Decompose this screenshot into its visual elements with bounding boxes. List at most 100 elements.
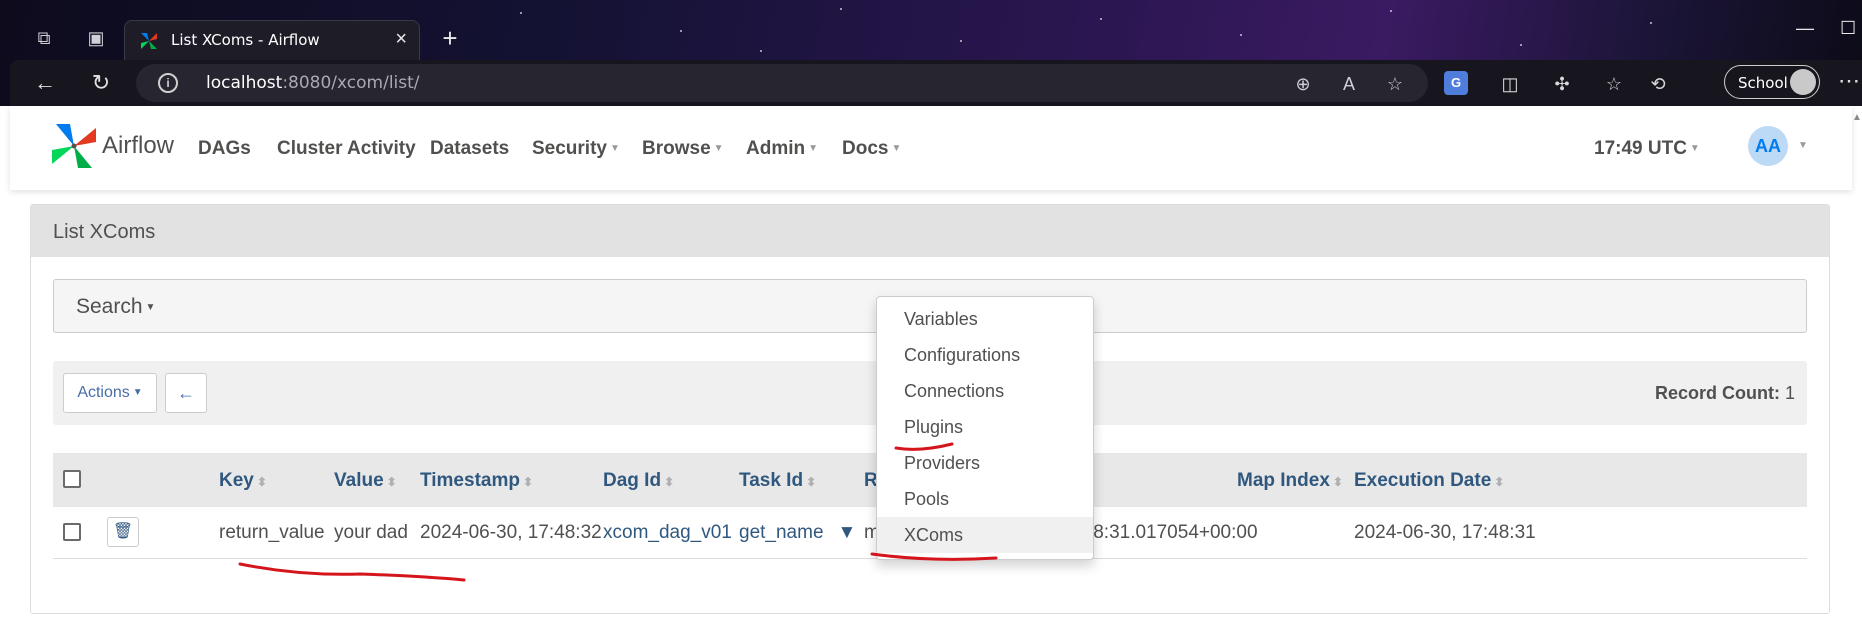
airflow-favicon-icon: [141, 33, 157, 49]
panel-header: List XComs: [31, 205, 1829, 257]
column-label: Execution Date: [1354, 470, 1492, 491]
select-all-checkbox[interactable]: [63, 470, 81, 488]
tab-bar: ⧉ ▣ List XComs - Airflow × + — ☐: [0, 0, 1862, 60]
cell-dag-id-link[interactable]: xcom_dag_v01: [603, 522, 732, 544]
record-count-label: Record Count:: [1654, 383, 1780, 403]
workspaces-icon[interactable]: ⧉: [30, 24, 58, 52]
sort-icon: ⬍: [386, 475, 397, 489]
nav-browse-label: Browse: [642, 138, 711, 159]
column-header-dag-id[interactable]: Dag Id ⬍: [603, 470, 674, 492]
minimize-icon[interactable]: —: [1796, 18, 1814, 39]
history-icon[interactable]: ⟲: [1644, 70, 1672, 98]
caret-down-icon: ▼: [609, 143, 620, 155]
arrow-left-icon: ←: [177, 383, 195, 403]
nav-dags[interactable]: DAGs: [198, 138, 251, 160]
tab-active[interactable]: List XComs - Airflow ×: [124, 20, 420, 60]
filter-icon[interactable]: ▼: [838, 522, 857, 544]
airflow-logo-icon[interactable]: [48, 120, 100, 172]
menu-item-label: Providers: [904, 453, 981, 473]
column-header-map-index[interactable]: Map Index ⬍: [1237, 470, 1343, 492]
scroll-up-icon[interactable]: ▲: [1852, 112, 1862, 123]
url-host: localhost: [206, 73, 283, 93]
column-header-task-id[interactable]: Task Id ⬍: [739, 470, 816, 492]
cell-timestamp: 2024-06-30, 17:48:32: [420, 522, 602, 543]
column-label: Timestamp: [420, 470, 520, 491]
nav-cluster-activity[interactable]: Cluster Activity: [277, 138, 416, 160]
user-avatar[interactable]: AA: [1748, 126, 1788, 166]
extension-icon[interactable]: ◫: [1496, 70, 1524, 98]
row-checkbox[interactable]: [63, 523, 81, 541]
menu-item-variables[interactable]: Variables: [877, 301, 1093, 337]
zoom-icon[interactable]: ⊕: [1290, 71, 1316, 97]
profile-button[interactable]: School: [1724, 65, 1820, 99]
cell-value: your dad: [334, 522, 408, 543]
clock-utc[interactable]: 17:49 UTC ▼: [1594, 138, 1700, 160]
maximize-icon[interactable]: ☐: [1840, 18, 1856, 39]
column-header-value[interactable]: Value ⬍: [334, 470, 397, 492]
site-info-icon[interactable]: i: [158, 73, 178, 93]
profile-avatar: [1790, 69, 1816, 95]
menu-item-label: Plugins: [904, 417, 964, 437]
column-header-key[interactable]: Key ⬍: [219, 470, 267, 492]
menu-item-label: Connections: [904, 381, 1005, 401]
tab-title: List XComs - Airflow: [171, 31, 320, 49]
nav-security[interactable]: Security ▼: [532, 138, 620, 160]
sort-icon: ⬍: [522, 475, 534, 489]
cell-execution-date: 2024-06-30, 17:48:31: [1354, 522, 1536, 543]
more-menu-icon[interactable]: ⋯: [1838, 68, 1860, 94]
column-label: Map Index: [1237, 470, 1330, 491]
google-translate-icon[interactable]: G: [1444, 71, 1468, 95]
favorite-star-icon[interactable]: ☆: [1382, 71, 1408, 97]
record-count-value: 1: [1784, 383, 1795, 403]
airflow-page: Airflow DAGs Cluster Activity Datasets S…: [10, 106, 1852, 622]
column-header-execution-date[interactable]: Execution Date ⬍: [1354, 470, 1504, 492]
cell-task-id: get_name ▼: [739, 522, 856, 544]
page-title: List XComs: [53, 221, 156, 243]
menu-item-configurations[interactable]: Configurations: [877, 337, 1093, 373]
column-label: Key: [219, 470, 254, 491]
menu-item-connections[interactable]: Connections: [877, 373, 1093, 409]
close-tab-icon[interactable]: ×: [395, 28, 407, 51]
search-label: Search: [76, 295, 143, 318]
browser-chrome: ⧉ ▣ List XComs - Airflow × + — ☐ ← ↻ i l…: [0, 0, 1862, 106]
menu-item-plugins[interactable]: Plugins: [877, 409, 1093, 445]
refresh-icon[interactable]: ↻: [86, 68, 116, 98]
menu-item-label: Variables: [904, 309, 978, 329]
clock-text: 17:49 UTC: [1594, 138, 1687, 159]
back-button[interactable]: ←: [165, 373, 207, 413]
menu-item-providers[interactable]: Providers: [877, 445, 1093, 481]
sort-icon: ⬍: [1494, 475, 1505, 489]
brand-name[interactable]: Airflow: [102, 132, 174, 160]
url-text: localhost:8080/xcom/list/: [206, 73, 420, 93]
sort-icon: ⬍: [1332, 475, 1343, 489]
nav-admin[interactable]: Admin ▼: [746, 138, 818, 160]
caret-down-icon[interactable]: ▼: [1798, 140, 1808, 151]
profile-label: School: [1738, 74, 1788, 92]
nav-datasets[interactable]: Datasets: [430, 138, 509, 160]
caret-down-icon: ▼: [713, 143, 724, 155]
back-icon[interactable]: ←: [30, 68, 60, 98]
extensions-puzzle-icon[interactable]: ✣: [1548, 70, 1576, 98]
nav-docs[interactable]: Docs ▼: [842, 138, 901, 160]
sort-icon: ⬍: [664, 475, 675, 489]
caret-down-icon: ▼: [808, 143, 819, 155]
cell-key: return_value: [219, 522, 325, 543]
favorites-icon[interactable]: ☆: [1600, 70, 1628, 98]
menu-item-pools[interactable]: Pools: [877, 481, 1093, 517]
address-bar[interactable]: i localhost:8080/xcom/list/ ⊕ A ☆: [136, 64, 1428, 102]
menu-item-label: Configurations: [904, 345, 1021, 365]
menu-item-label: Pools: [904, 489, 950, 509]
airflow-navbar: Airflow DAGs Cluster Activity Datasets S…: [10, 106, 1852, 190]
tab-actions-icon[interactable]: ▣: [82, 24, 110, 52]
column-header-timestamp[interactable]: Timestamp ⬍: [420, 470, 533, 492]
new-tab-icon[interactable]: +: [434, 22, 466, 54]
task-id-link[interactable]: get_name: [739, 522, 824, 543]
sort-icon: ⬍: [806, 475, 817, 489]
column-label: Value: [334, 470, 384, 491]
search-dropdown[interactable]: Search ▼: [76, 295, 155, 319]
menu-item-xcoms[interactable]: XComs: [877, 517, 1093, 553]
nav-browse[interactable]: Browse ▼: [642, 138, 724, 160]
delete-button[interactable]: 🗑: [107, 517, 139, 547]
actions-button[interactable]: Actions ▼: [63, 373, 157, 413]
read-aloud-icon[interactable]: A: [1336, 71, 1362, 97]
